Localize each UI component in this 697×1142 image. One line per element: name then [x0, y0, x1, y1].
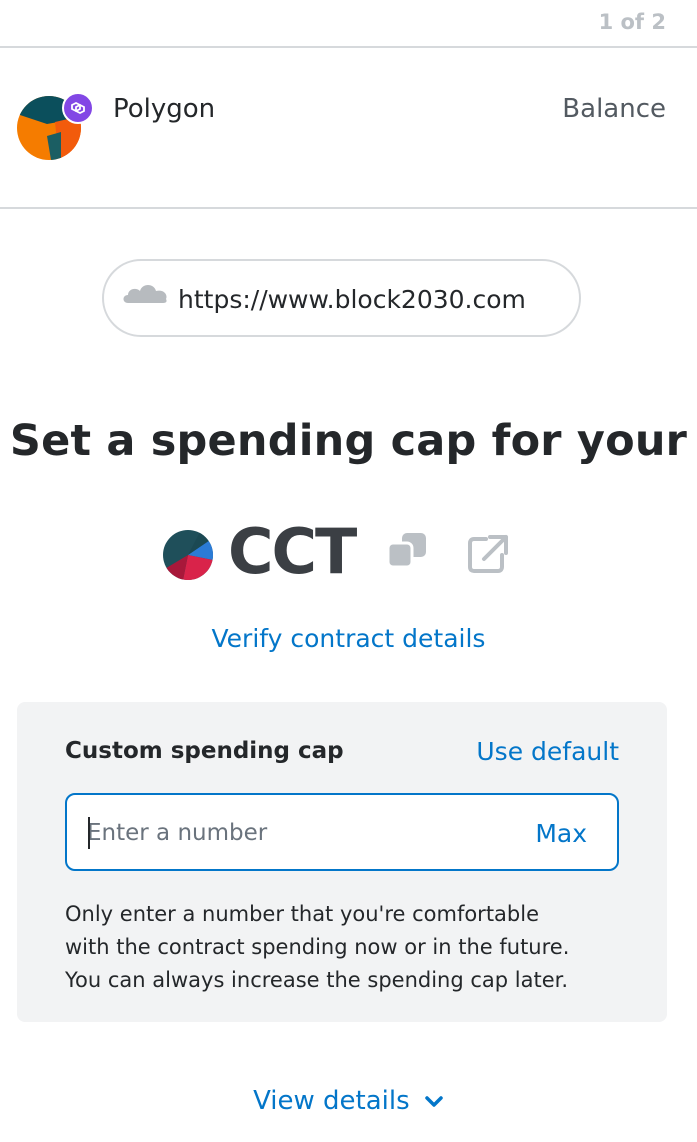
spending-cap-card: Custom spending cap Use default Max Only… — [17, 702, 667, 1022]
help-line: Only enter a number that you're comforta… — [65, 902, 540, 926]
spending-cap-help-text: Only enter a number that you're comforta… — [65, 898, 635, 997]
max-button[interactable]: Max — [535, 819, 587, 848]
page-title: Set a spending cap for your — [9, 416, 688, 466]
balance-label: Balance — [562, 94, 666, 124]
origin-pill: https://www.block2030.com — [102, 259, 581, 337]
spending-cap-field[interactable]: Max — [65, 793, 619, 871]
page-counter: 1 of 2 — [598, 10, 666, 34]
chevron-down-icon — [425, 1095, 443, 1107]
copy-icon[interactable] — [386, 531, 430, 571]
approve-screen: 1 of 2 Polygon Balance https://www.block… — [0, 0, 697, 1142]
origin-url: https://www.block2030.com — [178, 285, 526, 314]
network-name: Polygon — [113, 94, 216, 124]
network-row: Polygon Balance — [0, 48, 697, 209]
top-bar: 1 of 2 — [0, 0, 697, 48]
help-line: with the contract spending now or in the… — [65, 935, 570, 959]
verify-contract-link[interactable]: Verify contract details — [0, 624, 697, 653]
polygon-network-icon — [62, 92, 94, 124]
custom-spending-cap-label: Custom spending cap — [65, 738, 344, 764]
view-details-label: View details — [253, 1086, 410, 1116]
token-symbol: CCT — [228, 515, 357, 588]
cloud-icon — [123, 285, 167, 303]
spending-cap-input[interactable] — [87, 814, 507, 852]
token-logo-icon — [163, 530, 213, 580]
help-line: You can always increase the spending cap… — [65, 968, 569, 992]
use-default-button[interactable]: Use default — [476, 737, 619, 766]
text-caret — [88, 817, 90, 849]
external-link-icon[interactable] — [466, 533, 510, 575]
view-details-button[interactable]: View details — [0, 1086, 697, 1116]
